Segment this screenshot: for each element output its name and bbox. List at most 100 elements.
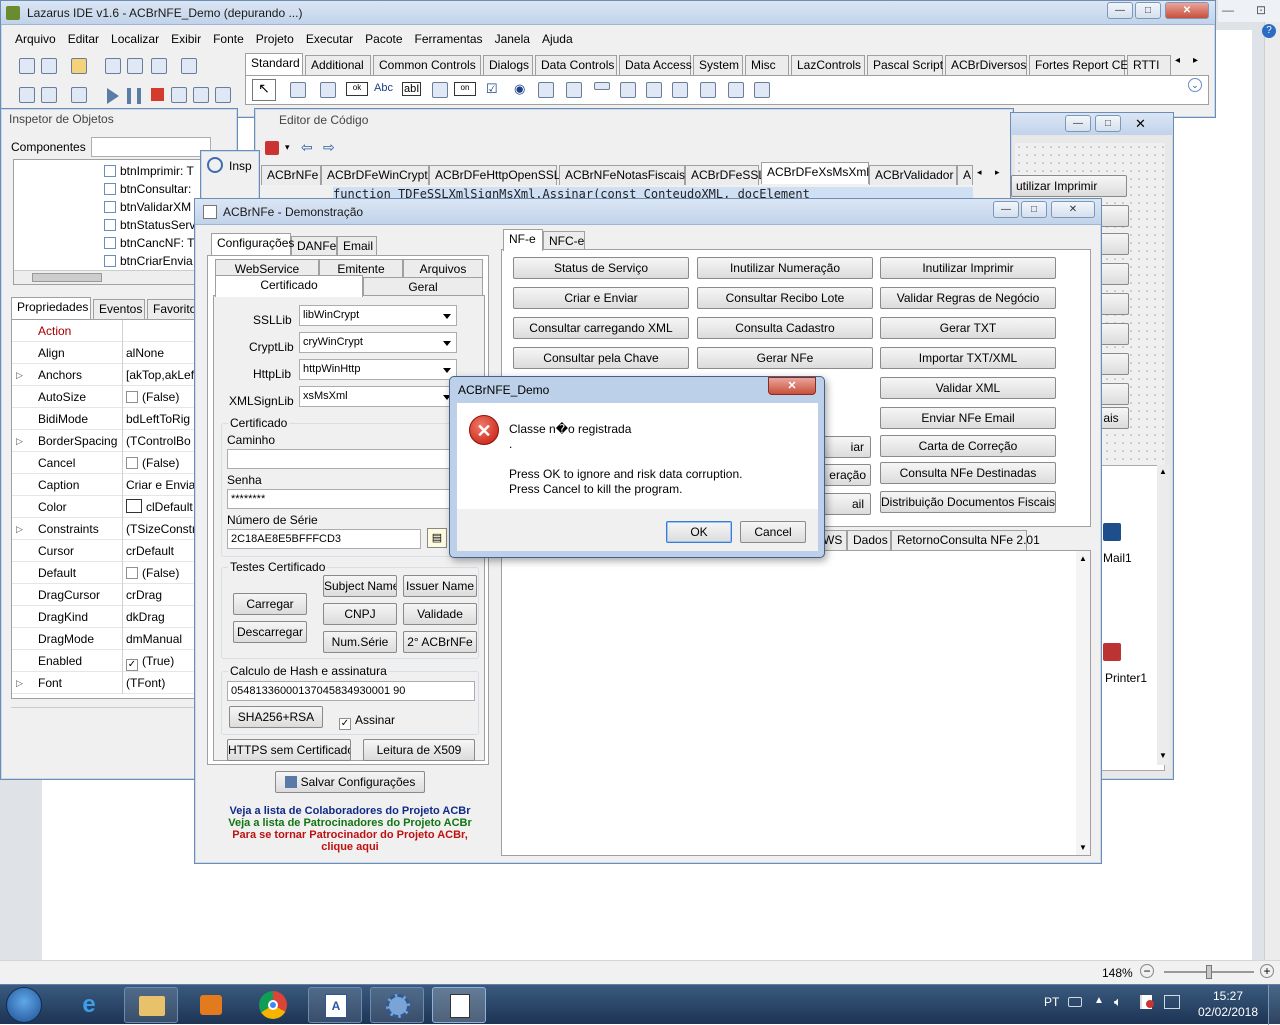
property-value-cell[interactable]: (TSizeConstr: [126, 518, 196, 540]
salvar-configuracoes-button[interactable]: Salvar Configurações: [275, 771, 425, 793]
tgroupbox-icon[interactable]: [620, 82, 636, 98]
lazarus-taskbar-icon[interactable]: [370, 987, 424, 1023]
expand-arrow-icon[interactable]: ▷: [16, 364, 23, 386]
palette-tab-standard[interactable]: Standard: [245, 53, 303, 75]
expand-arrow-icon[interactable]: ▷: [16, 672, 23, 694]
printer-component-icon[interactable]: [1103, 643, 1121, 661]
tlistbox-icon[interactable]: [538, 82, 554, 98]
sha256-rsa-button[interactable]: SHA256+RSA: [229, 706, 323, 728]
demo-maximize-button[interactable]: □: [1021, 201, 1047, 218]
tree-item[interactable]: btnConsultar:: [104, 182, 191, 196]
link-clique-aqui[interactable]: clique aqui: [205, 841, 495, 853]
editor-tab-validador[interactable]: ACBrValidador: [869, 165, 957, 185]
network-icon[interactable]: [1164, 995, 1180, 1009]
tab-retorno-consulta[interactable]: RetornoConsulta NFe 2.01: [891, 530, 1040, 550]
tab-dados[interactable]: Dados: [847, 530, 891, 550]
menu-exibir[interactable]: Exibir: [165, 32, 207, 46]
tlabel-icon[interactable]: Abc: [374, 82, 393, 94]
zoom-out-icon[interactable]: −: [1140, 964, 1154, 978]
palette-tab-pascal-script[interactable]: Pascal Script: [867, 55, 943, 75]
property-value-cell[interactable]: (TFont): [126, 672, 165, 694]
palette-tab-rtti[interactable]: RTTI: [1127, 55, 1171, 75]
property-value-cell[interactable]: alNone: [126, 342, 164, 364]
internet-explorer-icon[interactable]: e: [62, 987, 116, 1023]
property-value-cell[interactable]: [akTop,akLeft: [126, 364, 197, 386]
issuer-name-button[interactable]: Issuer Name: [403, 575, 477, 597]
action-button[interactable]: Gerar NFe: [697, 347, 873, 369]
close-button[interactable]: ✕: [1165, 2, 1209, 19]
action-button[interactable]: Validar XML: [880, 377, 1056, 399]
tree-item[interactable]: btnStatusServ: [104, 218, 195, 232]
tbutton-icon[interactable]: ok: [346, 82, 368, 96]
tpopupmenu-icon[interactable]: [320, 82, 336, 98]
menu-projeto[interactable]: Projeto: [250, 32, 300, 46]
dropdown-arrow-icon[interactable]: ▾: [285, 142, 290, 153]
zoom-in-icon[interactable]: +: [1260, 964, 1274, 978]
tframe-icon[interactable]: [728, 82, 744, 98]
action-button[interactable]: Consultar pela Chave: [513, 347, 689, 369]
doc-scrollbar[interactable]: [1264, 22, 1280, 960]
action-button[interactable]: Status de Serviço: [513, 257, 689, 279]
show-desktop-button[interactable]: [1268, 985, 1280, 1025]
action-button[interactable]: Inutilizar Numeração: [697, 257, 873, 279]
run-icon[interactable]: [107, 88, 119, 104]
tab-nfce[interactable]: NFC-e: [543, 231, 585, 251]
tab-danfe[interactable]: DANFe: [291, 236, 337, 256]
palette-tab-dialogs[interactable]: Dialogs: [483, 55, 533, 75]
editor-tab-httpopenssl[interactable]: ACBrDFeHttpOpenSSL: [429, 165, 560, 185]
menu-arquivo[interactable]: Arquivo: [9, 32, 62, 46]
file-explorer-icon[interactable]: [124, 987, 178, 1023]
step-over-icon[interactable]: [193, 87, 209, 103]
serie-input[interactable]: 2C18AE8E5BFFFCD3: [227, 529, 421, 549]
start-button[interactable]: [6, 987, 42, 1023]
action-center-flag-icon[interactable]: [1140, 995, 1154, 1009]
scroll-up-icon[interactable]: ▲: [1079, 554, 1087, 563]
partial-button-ail[interactable]: ail: [817, 493, 871, 515]
action-button[interactable]: Consultar Recibo Lote: [697, 287, 873, 309]
menu-executar[interactable]: Executar: [300, 32, 359, 46]
tscrollbar-icon[interactable]: [594, 82, 610, 90]
httplib-select[interactable]: httpWinHttp: [299, 359, 457, 380]
nav-forward-icon[interactable]: ⇨: [323, 139, 335, 156]
palette-tab-lazcontrols[interactable]: LazControls: [791, 55, 865, 75]
property-value-cell[interactable]: (TControlBo: [126, 430, 191, 452]
carregar-button[interactable]: Carregar: [233, 593, 307, 615]
show-hidden-icons[interactable]: ▲: [1094, 995, 1104, 1006]
fd-vscrollbar[interactable]: ▲ ▼: [1157, 465, 1169, 765]
demo-close-button[interactable]: ✕: [1051, 201, 1095, 218]
tab-propriedades[interactable]: Propriedades: [11, 297, 91, 319]
demo-minimize-button[interactable]: —: [993, 201, 1019, 218]
clock-time[interactable]: 15:27: [1206, 989, 1250, 1003]
tab-certificado[interactable]: Certificado: [215, 275, 363, 297]
tab-geral[interactable]: Geral: [363, 277, 483, 297]
menu-ajuda[interactable]: Ajuda: [536, 32, 579, 46]
palette-tab-additional[interactable]: Additional: [305, 55, 371, 75]
new-form-icon[interactable]: [41, 58, 57, 74]
ttogglebox-icon[interactable]: on: [454, 82, 476, 96]
palette-scroll-left-icon[interactable]: ◂: [1175, 55, 1180, 66]
action-button[interactable]: Inutilizar Imprimir: [880, 257, 1056, 279]
editor-tab-dfessl[interactable]: ACBrDFeSSL: [685, 165, 765, 185]
checkbox-icon[interactable]: [126, 567, 138, 579]
cryptlib-select[interactable]: cryWinCrypt: [299, 332, 457, 353]
minimize-button[interactable]: —: [1107, 2, 1133, 19]
dialog-close-button[interactable]: ✕: [768, 377, 816, 395]
clock-date[interactable]: 02/02/2018: [1194, 1005, 1262, 1019]
components-filter[interactable]: [91, 137, 211, 157]
link-tornar-patrocinador[interactable]: Para se tornar Patrocinador do Projeto A…: [205, 829, 495, 841]
tab-eventos[interactable]: Eventos: [93, 299, 145, 319]
chrome-icon[interactable]: [246, 987, 300, 1023]
nav-back-icon[interactable]: ⇦: [301, 139, 313, 156]
tradiogroup-icon[interactable]: [646, 82, 662, 98]
toggle-form-icon[interactable]: [151, 58, 167, 74]
action-button[interactable]: Consultar carregando XML: [513, 317, 689, 339]
cancel-button[interactable]: Cancel: [740, 521, 806, 543]
build-modes-icon[interactable]: [71, 87, 87, 103]
response-vscrollbar[interactable]: ▲ ▼: [1076, 551, 1090, 855]
editor-tab-notasfiscais[interactable]: ACBrNFeNotasFiscais: [559, 165, 685, 185]
action-button[interactable]: Gerar TXT: [880, 317, 1056, 339]
acbr-demo-taskbar-icon[interactable]: [432, 987, 486, 1023]
help-icon[interactable]: ?: [1262, 24, 1276, 38]
action-button[interactable]: Enviar NFe Email: [880, 407, 1056, 429]
response-memo[interactable]: ▲ ▼: [501, 550, 1091, 856]
